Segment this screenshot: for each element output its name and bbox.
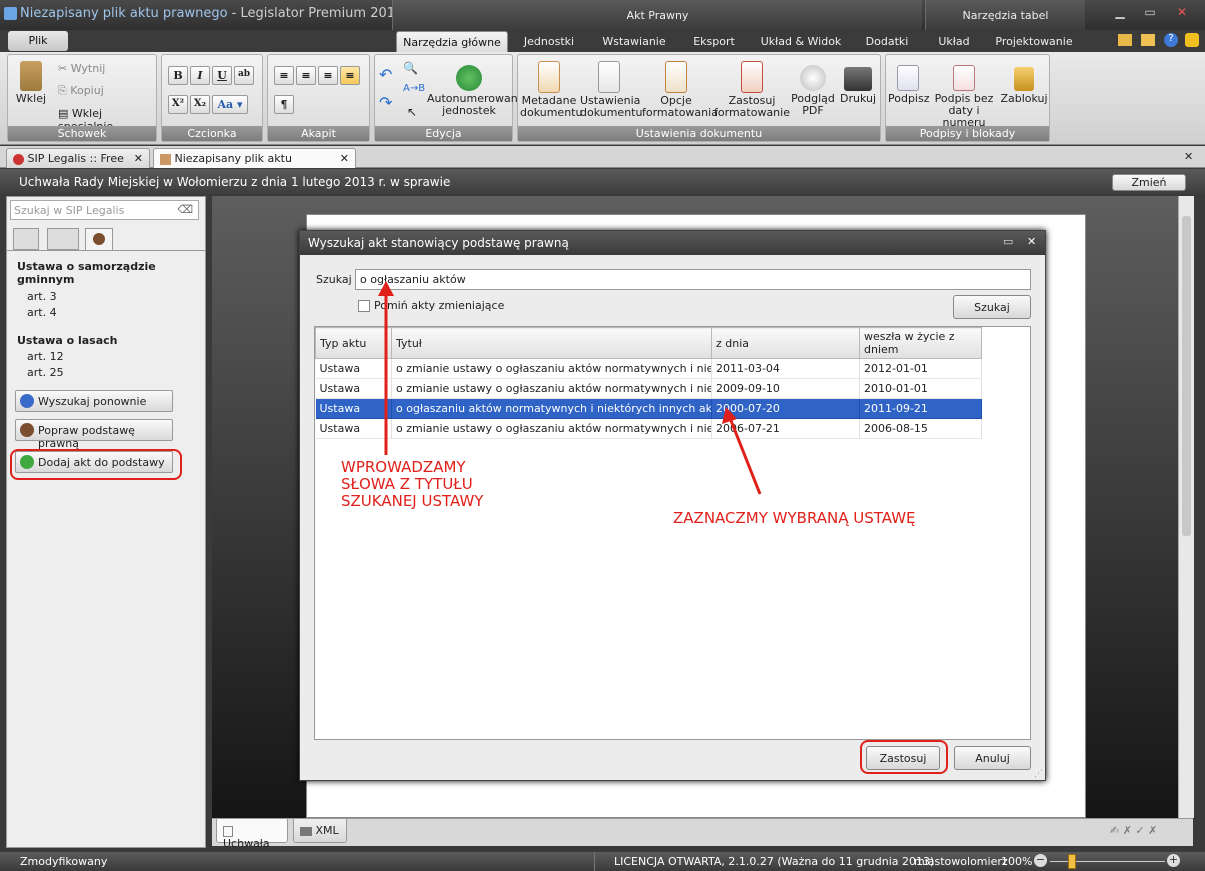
status-modified: Zmodyfikowany xyxy=(20,855,108,868)
highlight-apply xyxy=(860,740,948,774)
xml-icon xyxy=(300,826,312,836)
tab-xml[interactable]: XML xyxy=(293,819,347,843)
bottom-tab-strip xyxy=(212,818,1193,846)
status-license: LICENCJA OTWARTA, 2.1.0.27 (Ważna do 11 … xyxy=(614,855,935,868)
annotation-arrows xyxy=(378,281,762,495)
zoom-out-icon[interactable]: − xyxy=(1034,854,1047,867)
tab-uchwala[interactable]: Uchwała xyxy=(216,819,288,850)
annotation-enter-words: WPROWADZAMY SŁOWA Z TYTUŁU SZUKANEJ USTAWY xyxy=(341,458,484,510)
status-bar: Zmodyfikowany LICENCJA OTWARTA, 2.1.0.27… xyxy=(0,852,1205,871)
zoom-thumb[interactable] xyxy=(1068,854,1076,869)
zoom-in-icon[interactable]: + xyxy=(1167,854,1180,867)
zoom-level: 100% xyxy=(1001,855,1033,868)
track-changes-icons[interactable]: ✍ ✗ ✓ ✗ xyxy=(1110,824,1180,837)
annotation-select-act: ZAZNACZMY WYBRANĄ USTAWĘ xyxy=(673,509,916,527)
document-icon xyxy=(223,825,233,837)
status-user: miastowolomierz xyxy=(914,855,1008,868)
